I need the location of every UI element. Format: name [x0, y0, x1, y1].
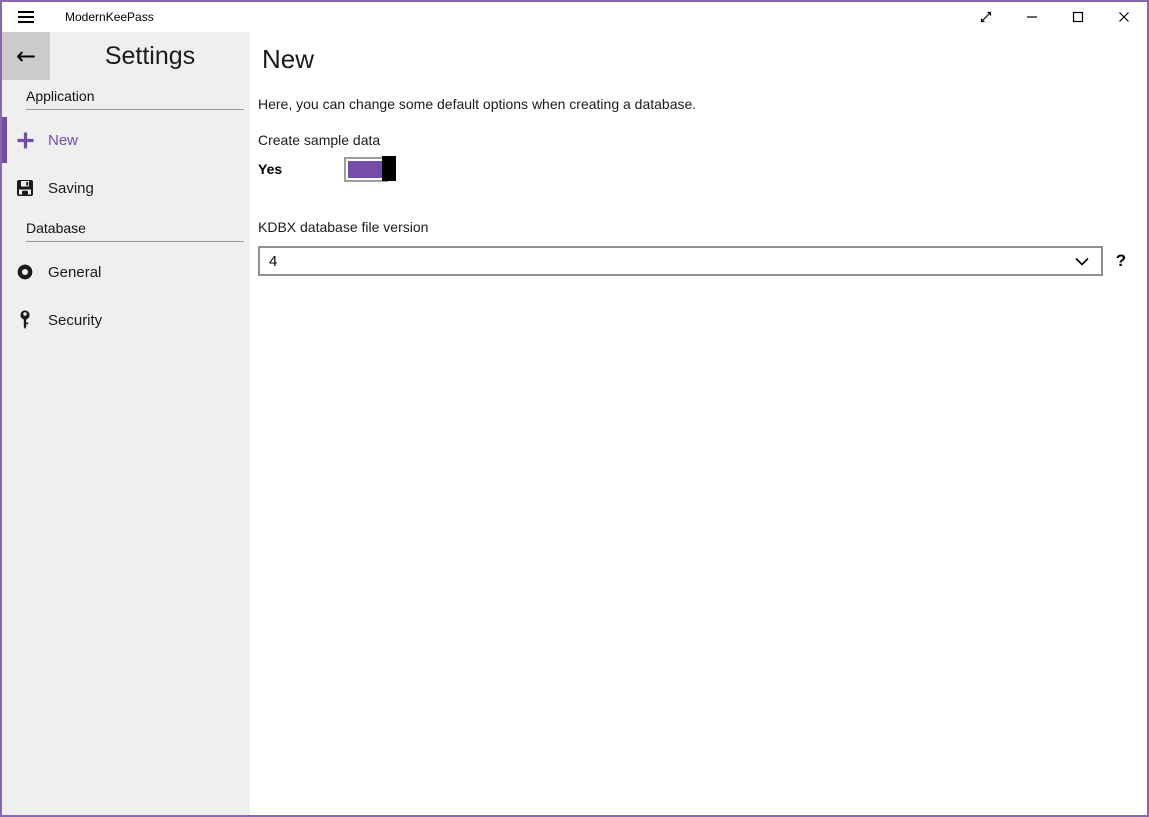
- titlebar: ModernKeePass: [2, 2, 1147, 32]
- maximize-button[interactable]: [1055, 2, 1101, 32]
- hamburger-icon: [18, 11, 34, 23]
- sidebar-item-security[interactable]: Security: [2, 296, 250, 344]
- sidebar-item-label: Saving: [48, 180, 94, 197]
- sidebar-header: ← Settings: [2, 32, 250, 80]
- toggle-thumb[interactable]: [382, 156, 396, 181]
- kdbx-version-row: 4 ?: [258, 246, 1133, 276]
- back-arrow-icon: ←: [16, 42, 36, 70]
- sidebar-item-label: Security: [48, 312, 102, 329]
- help-button[interactable]: ?: [1109, 251, 1133, 271]
- sidebar-item-general[interactable]: General: [2, 248, 250, 296]
- create-sample-data-row: Yes: [258, 155, 1133, 182]
- close-button[interactable]: [1101, 2, 1147, 32]
- combobox-value: 4: [269, 253, 277, 270]
- create-sample-data-toggle[interactable]: [344, 156, 396, 182]
- plus-icon: [15, 130, 35, 150]
- section-label-application: Application: [26, 88, 244, 110]
- save-icon: [15, 178, 35, 198]
- kdbx-version-combobox[interactable]: 4: [258, 246, 1103, 276]
- minimize-icon: [1026, 11, 1038, 23]
- back-button[interactable]: ←: [2, 32, 50, 80]
- fullscreen-icon: [979, 10, 993, 24]
- sidebar-title: Settings: [50, 42, 250, 71]
- key-icon: [15, 310, 35, 330]
- minimize-button[interactable]: [1009, 2, 1055, 32]
- gear-icon: [15, 262, 35, 282]
- kdbx-version-label: KDBX database file version: [258, 218, 1133, 236]
- app-title: ModernKeePass: [65, 10, 154, 24]
- nav-group-database: General Security: [2, 248, 250, 344]
- main-content: New Here, you can change some default op…: [250, 32, 1147, 815]
- nav-group-application: New Saving: [2, 116, 250, 212]
- sidebar-item-label: New: [48, 132, 78, 149]
- fullscreen-button[interactable]: [963, 2, 1009, 32]
- sidebar-item-saving[interactable]: Saving: [2, 164, 250, 212]
- hamburger-menu-button[interactable]: [2, 2, 50, 32]
- window-controls: [963, 2, 1147, 32]
- page-title: New: [262, 42, 1133, 76]
- section-label-database: Database: [26, 220, 244, 242]
- maximize-icon: [1072, 11, 1084, 23]
- chevron-down-icon: [1075, 257, 1089, 266]
- sidebar-item-new[interactable]: New: [2, 116, 250, 164]
- sidebar-item-label: General: [48, 264, 101, 281]
- page-description: Here, you can change some default option…: [258, 95, 1133, 113]
- app-window: ModernKeePass: [0, 0, 1149, 817]
- close-icon: [1118, 11, 1130, 23]
- settings-sidebar: ← Settings Application New: [2, 32, 250, 815]
- create-sample-data-label: Create sample data: [258, 131, 1133, 149]
- toggle-state-label: Yes: [258, 161, 344, 177]
